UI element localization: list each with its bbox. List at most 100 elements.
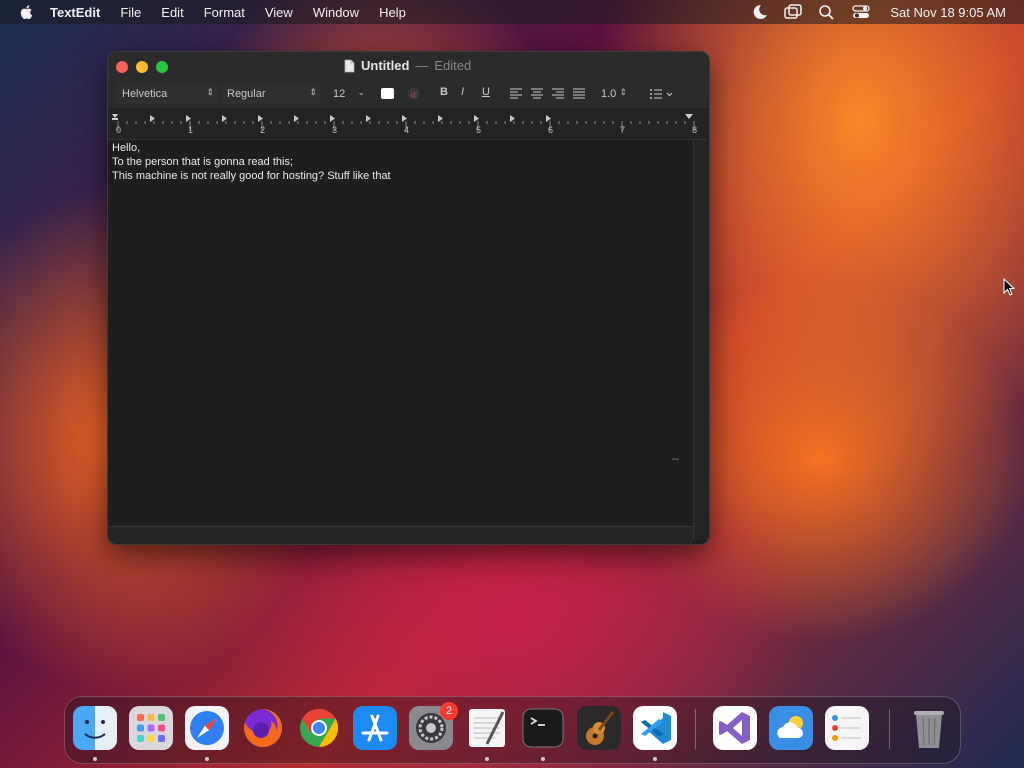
dock-firefox[interactable] [241, 706, 285, 750]
tab-stop [186, 115, 191, 122]
dock-chrome[interactable] [297, 706, 341, 750]
tab-stop [150, 115, 155, 122]
chevron-updown-icon: ⇕ [619, 87, 627, 97]
underline-button[interactable]: U [482, 86, 490, 98]
menu-edit[interactable]: Edit [161, 5, 183, 20]
highlight-color-icon[interactable]: a [407, 87, 420, 100]
ruler-number: 3 [332, 125, 338, 135]
document-text-area[interactable]: Hello, To the person that is gonna read … [108, 140, 693, 526]
status-area: Sat Nov 18 9:05 AM [750, 0, 1006, 24]
dock-separator [889, 709, 890, 749]
line-spacing-select[interactable]: 1.0 ⇕ [597, 84, 631, 104]
ruler-number: 0 [116, 125, 122, 135]
text-line: To the person that is gonna read this; [112, 156, 294, 168]
control-center-icon[interactable] [852, 4, 871, 20]
ruler-number: 7 [620, 125, 626, 135]
tab-stop [438, 115, 443, 122]
font-style-select[interactable]: Regular ⇕ [221, 84, 321, 104]
document-icon [344, 59, 355, 72]
close-button[interactable] [116, 61, 128, 73]
text-marker: -- [672, 454, 679, 465]
tab-stop [546, 115, 551, 122]
zoom-button[interactable] [156, 61, 168, 73]
dock-visual-studio[interactable] [713, 706, 757, 750]
dock-launchpad[interactable] [129, 706, 173, 750]
moon-icon[interactable] [750, 4, 768, 20]
align-left-icon[interactable] [510, 88, 522, 99]
dock-safari[interactable] [185, 706, 229, 750]
running-indicator [653, 757, 657, 761]
app-store-icon [353, 706, 397, 750]
textedit-icon [469, 709, 505, 747]
minimize-button[interactable] [136, 61, 148, 73]
tab-stop [294, 115, 299, 122]
ruler-number: 6 [548, 125, 554, 135]
dock-reminders[interactable] [825, 706, 869, 750]
dock-separator [695, 709, 696, 749]
menu-format[interactable]: Format [204, 5, 245, 20]
font-family-select[interactable]: Helvetica ⇕ [116, 84, 218, 104]
dock-weather[interactable] [769, 706, 813, 750]
horizontal-scrollbar[interactable] [108, 526, 693, 544]
font-size-value: 12 [333, 88, 346, 100]
launchpad-icon [129, 706, 173, 750]
finder-icon [73, 706, 117, 750]
chevron-updown-icon: ⇕ [309, 87, 317, 97]
list-bullets-icon[interactable] [648, 87, 678, 101]
safari-icon [185, 706, 229, 750]
ruler-number: 5 [476, 125, 482, 135]
vscode-icon [633, 706, 677, 750]
line-spacing-value: 1.0 [601, 88, 617, 100]
running-indicator [93, 757, 97, 761]
align-justify-icon[interactable] [573, 88, 585, 99]
format-toolbar: Helvetica ⇕ Regular ⇕ 12 ⌄ a B I U 1.0 ⇕ [108, 84, 709, 106]
ruler-number: 2 [260, 125, 266, 135]
ruler[interactable]: 0 1 2 3 4 5 6 7 8 [108, 109, 709, 140]
text-line: Hello, [112, 142, 141, 154]
search-icon[interactable] [818, 4, 836, 20]
text-color-swatch[interactable] [381, 88, 394, 99]
dock-terminal[interactable] [521, 706, 565, 750]
mouse-pointer-icon [1003, 278, 1015, 296]
menu-app-name[interactable]: TextEdit [50, 5, 100, 20]
dock-finder[interactable] [73, 706, 117, 750]
running-indicator [485, 757, 489, 761]
menubar-clock[interactable]: Sat Nov 18 9:05 AM [890, 5, 1006, 20]
title-bar[interactable]: Untitled — Edited Helvetica ⇕ Regular ⇕ … [108, 52, 709, 108]
window-switcher-icon[interactable] [784, 4, 803, 20]
font-size-select[interactable]: 12 ⌄ [327, 84, 369, 104]
garageband-icon [577, 706, 621, 750]
tab-stop [330, 115, 335, 122]
title-separator: — [415, 58, 429, 73]
dock-vscode[interactable] [633, 706, 677, 750]
reminders-icon [825, 706, 869, 750]
bold-button[interactable]: B [440, 86, 448, 98]
vertical-scrollbar[interactable] [693, 140, 709, 540]
dock-app-store[interactable] [353, 706, 397, 750]
edited-status: Edited [434, 58, 472, 73]
tab-stop [402, 115, 407, 122]
svg-text:a: a [411, 89, 416, 99]
dock-trash[interactable] [907, 706, 951, 750]
menu-file[interactable]: File [120, 5, 141, 20]
terminal-icon [522, 708, 564, 748]
chrome-icon [300, 708, 339, 748]
menu-view[interactable]: View [265, 5, 293, 20]
align-right-icon[interactable] [552, 88, 564, 99]
dock-garageband[interactable] [577, 706, 621, 750]
ruler-number: 1 [188, 125, 194, 135]
menu-window[interactable]: Window [313, 5, 359, 20]
tab-stop [258, 115, 263, 122]
apple-menu-icon[interactable] [18, 3, 36, 21]
chevron-down-icon: ⌄ [357, 87, 365, 97]
weather-icon [769, 706, 813, 750]
tab-stop [474, 115, 479, 122]
textedit-window: Untitled — Edited Helvetica ⇕ Regular ⇕ … [107, 51, 710, 545]
menu-help[interactable]: Help [379, 5, 406, 20]
align-center-icon[interactable] [531, 88, 543, 99]
window-title: Untitled — Edited [344, 58, 471, 73]
dock-textedit[interactable] [465, 706, 509, 750]
font-style-value: Regular [227, 88, 266, 100]
firefox-icon [244, 709, 283, 747]
italic-button[interactable]: I [461, 86, 464, 98]
